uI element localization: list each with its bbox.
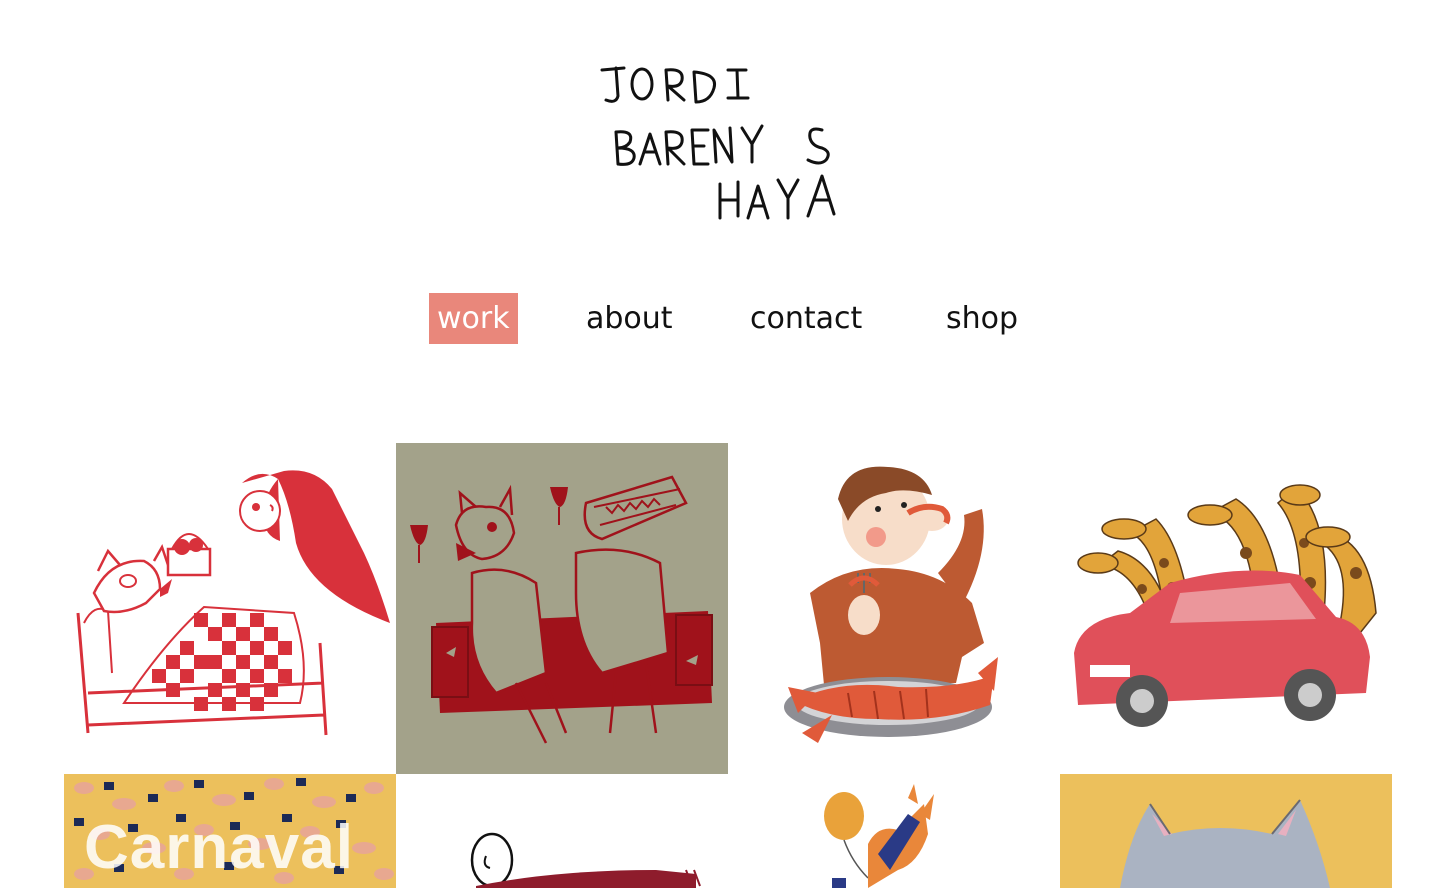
boy-eating-shrimp-illustration [728, 443, 1060, 774]
wolf-crocodile-sofa-illustration [396, 443, 728, 774]
nav-shop-link[interactable]: shop [946, 293, 1018, 344]
main-navigation: work about contact shop [0, 293, 1456, 345]
nav-about-link[interactable]: about [586, 293, 673, 344]
gallery-tile-giraffe-car[interactable] [1060, 443, 1392, 774]
nav-work-link[interactable]: work [429, 293, 518, 344]
carnival-crowd-illustration [64, 774, 396, 888]
nav-contact-link[interactable]: contact [750, 293, 862, 344]
gallery-tile-balloon[interactable] [728, 774, 1060, 888]
handwritten-name-logo [600, 66, 836, 220]
gallery-tile-scarf-man[interactable] [396, 774, 728, 888]
man-with-scarf-illustration [396, 774, 728, 888]
balloon-figure-illustration [728, 774, 1060, 888]
gallery-tile-grey-cat[interactable] [1060, 774, 1392, 888]
gallery-tile-shrimp-boy[interactable] [728, 443, 1060, 774]
gallery-tile-red-riding-hood[interactable] [64, 443, 396, 774]
giraffes-in-car-illustration [1060, 443, 1392, 774]
gallery-tile-carnaval[interactable]: Carnaval [64, 774, 396, 888]
site-logo[interactable] [596, 58, 846, 228]
gallery-tile-wolf-crocodile[interactable] [396, 443, 728, 774]
grey-cat-illustration [1060, 774, 1392, 888]
red-riding-hood-illustration [64, 443, 396, 774]
